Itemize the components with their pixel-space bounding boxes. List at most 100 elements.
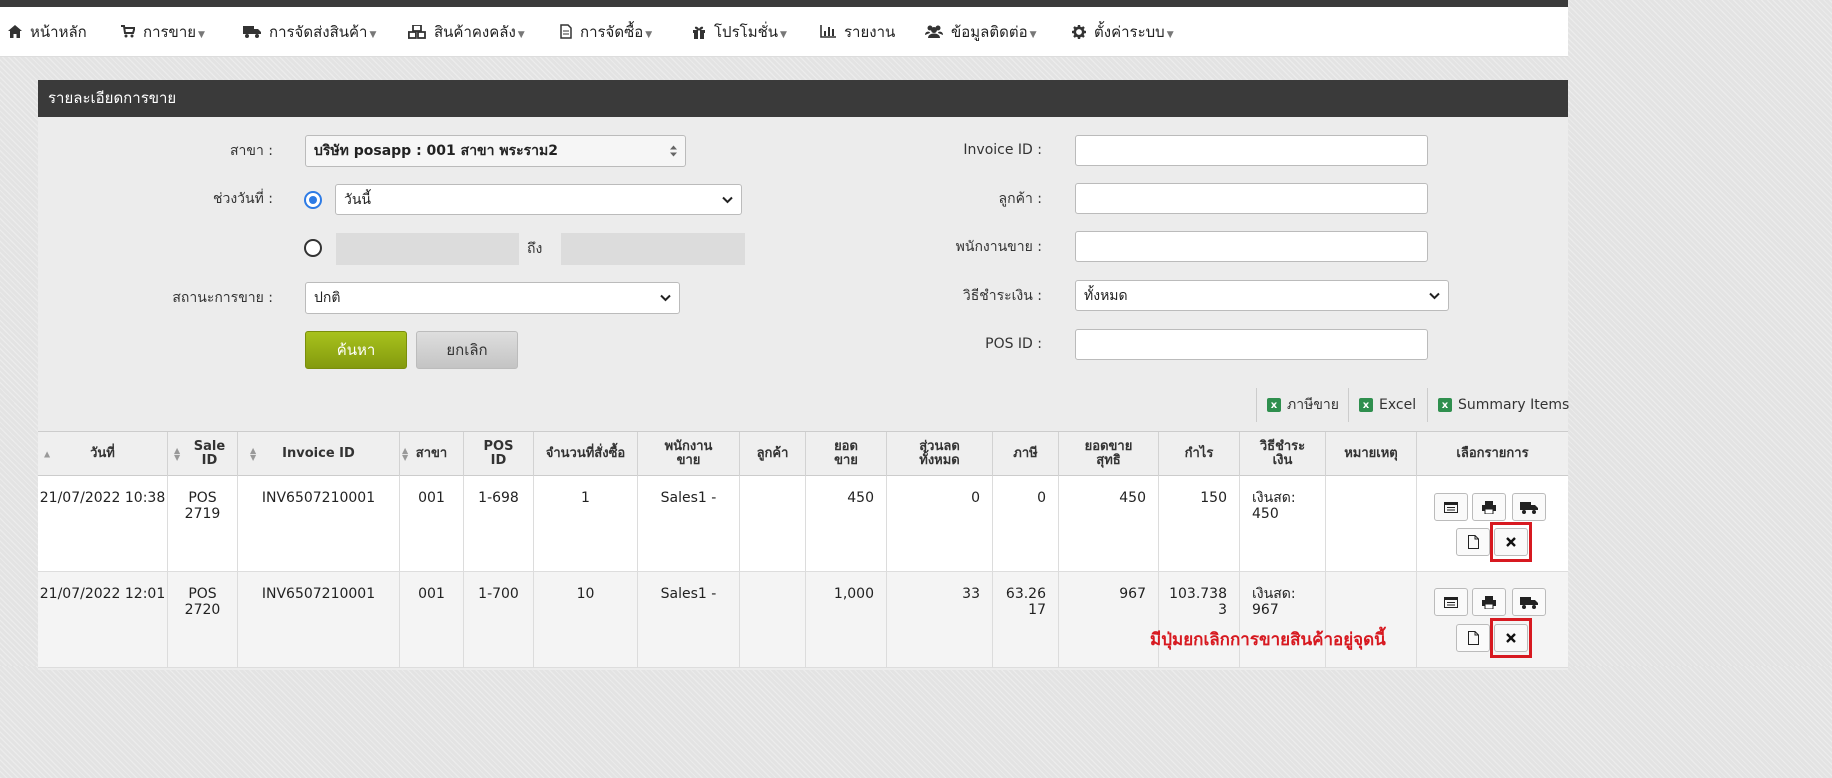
print-button[interactable] bbox=[1472, 588, 1506, 616]
chevron-down-icon: ▼ bbox=[369, 29, 377, 40]
nav-reports[interactable]: รายงาน bbox=[820, 7, 895, 56]
cell-customer bbox=[740, 572, 806, 668]
sort-icon: ▲ ▼ bbox=[174, 446, 181, 462]
payment-method-select[interactable]: ทั้งหมด bbox=[1075, 280, 1449, 311]
cell-pos-id: 1-700 bbox=[464, 572, 534, 668]
cell-date: 21/07/2022 10:38 bbox=[38, 476, 168, 572]
export-tax-label: ภาษีขาย bbox=[1287, 397, 1339, 413]
sort-asc-icon: ▲ bbox=[44, 449, 51, 459]
col-actions: เลือกรายการ bbox=[1417, 432, 1568, 476]
nav-sales[interactable]: การขาย ▼ bbox=[121, 7, 205, 56]
truck-icon bbox=[243, 26, 261, 38]
print-icon bbox=[1482, 500, 1496, 514]
shipping-button[interactable] bbox=[1512, 493, 1546, 521]
customer-input[interactable] bbox=[1075, 183, 1428, 214]
col-date-label: วันที่ bbox=[90, 446, 115, 461]
cell-sale-id: POS 2719 bbox=[168, 476, 238, 572]
nav-home[interactable]: หน้าหลัก bbox=[8, 7, 87, 56]
col-sale-id-label: Sale ID bbox=[193, 439, 226, 468]
col-payment: วิธีชำระเงิน bbox=[1240, 432, 1326, 476]
invoice-id-input[interactable] bbox=[1075, 135, 1428, 166]
cell-date: 21/07/2022 12:01 bbox=[38, 572, 168, 668]
col-quantity-label: จำนวนที่สั่งซื้อ bbox=[545, 446, 626, 461]
col-invoice-id[interactable]: ▲ ▼ Invoice ID bbox=[238, 432, 400, 476]
search-button[interactable]: ค้นหา bbox=[305, 331, 407, 369]
daterange-custom-radio[interactable] bbox=[304, 239, 322, 257]
col-salesperson: พนักงานขาย bbox=[638, 432, 740, 476]
nav-purchasing[interactable]: การจัดซื้อ ▼ bbox=[560, 7, 652, 56]
col-salesperson-label: พนักงานขาย bbox=[664, 439, 713, 468]
nav-inventory[interactable]: สินค้าคงคลัง ▼ bbox=[408, 7, 525, 56]
cell-invoice-id: INV6507210001 bbox=[238, 476, 400, 572]
document-icon bbox=[1467, 631, 1479, 645]
document-icon bbox=[560, 24, 572, 39]
date-to-input[interactable] bbox=[561, 233, 745, 265]
date-from-input[interactable] bbox=[336, 233, 519, 265]
nav-promotion[interactable]: โปรโมชั่น ▼ bbox=[692, 7, 787, 56]
col-pos-id: POS ID bbox=[464, 432, 534, 476]
export-summary-label: Summary Items bbox=[1458, 397, 1570, 413]
list-icon bbox=[1444, 596, 1458, 608]
branch-select[interactable]: บริษัท posapp : 001 สาขา พระราม2 bbox=[305, 135, 686, 167]
branch-label: สาขา : bbox=[229, 143, 273, 159]
view-detail-button[interactable] bbox=[1434, 588, 1468, 616]
col-discount-label: ส่วนลดทั้งหมด bbox=[919, 439, 960, 468]
cell-branch: 001 bbox=[400, 476, 464, 572]
cell-net-sales: 967 bbox=[1059, 572, 1159, 668]
nav-promotion-label: โปรโมชั่น bbox=[714, 22, 779, 41]
payment-method-label: วิธีชำระเงิน : bbox=[962, 288, 1042, 304]
pos-id-input[interactable] bbox=[1075, 329, 1428, 360]
cell-profit: 150 bbox=[1159, 476, 1240, 572]
truck-icon bbox=[1520, 501, 1538, 514]
nav-settings[interactable]: ตั้งค่าระบบ ▼ bbox=[1072, 7, 1174, 56]
excel-icon: x bbox=[1267, 398, 1281, 412]
annotation-note: มีปุ่มยกเลิกการขายสินค้าอยู่จุดนี้ bbox=[1150, 630, 1386, 650]
cell-quantity: 1 bbox=[534, 476, 638, 572]
print-button[interactable] bbox=[1472, 493, 1506, 521]
pos-id-label: POS ID : bbox=[985, 336, 1042, 352]
cell-salesperson: Sales1 - bbox=[638, 572, 740, 668]
customer-label: ลูกค้า : bbox=[998, 191, 1042, 207]
nav-contacts-label: ข้อมูลติดต่อ bbox=[951, 22, 1028, 41]
col-branch-label: สาขา bbox=[415, 446, 448, 461]
chevron-down-icon: ▼ bbox=[517, 29, 525, 40]
export-excel-button[interactable]: x Excel bbox=[1348, 388, 1416, 422]
print-icon bbox=[1482, 595, 1496, 609]
export-summary-button[interactable]: x Summary Items bbox=[1427, 388, 1569, 422]
col-net-sales-label: ยอดขายสุทธิ bbox=[1084, 439, 1133, 468]
gear-icon bbox=[1072, 24, 1086, 39]
cell-payment: เงินสด: 450 bbox=[1240, 476, 1326, 572]
chevron-down-icon bbox=[1429, 292, 1440, 299]
nav-shipping[interactable]: การจัดส่งสินค้า ▼ bbox=[243, 7, 376, 56]
salesperson-input[interactable] bbox=[1075, 231, 1428, 262]
col-net-sales: ยอดขายสุทธิ bbox=[1059, 432, 1159, 476]
export-tax-button[interactable]: x ภาษีขาย bbox=[1256, 388, 1339, 422]
sale-status-select[interactable]: ปกติ bbox=[305, 282, 680, 314]
salesperson-label: พนักงานขาย : bbox=[955, 239, 1042, 255]
daterange-preset-radio[interactable] bbox=[304, 191, 322, 209]
cancel-button-highlight bbox=[1490, 618, 1532, 658]
nav-contacts[interactable]: ข้อมูลติดต่อ ▼ bbox=[925, 7, 1037, 56]
shipping-button[interactable] bbox=[1512, 588, 1546, 616]
col-payment-label: วิธีชำระเงิน bbox=[1259, 439, 1306, 468]
nav-inventory-label: สินค้าคงคลัง bbox=[434, 22, 516, 41]
daterange-select[interactable]: วันนี้ bbox=[335, 184, 742, 215]
document-button[interactable] bbox=[1456, 624, 1490, 652]
cancel-button[interactable]: ยกเลิก bbox=[416, 331, 518, 369]
col-tax: ภาษี bbox=[993, 432, 1059, 476]
sort-icon: ▲ ▼ bbox=[250, 446, 257, 462]
col-date[interactable]: ▲ วันที่ bbox=[38, 432, 168, 476]
view-detail-button[interactable] bbox=[1434, 493, 1468, 521]
col-branch[interactable]: ▲ ▼ สาขา bbox=[400, 432, 464, 476]
cell-quantity: 10 bbox=[534, 572, 638, 668]
col-customer-label: ลูกค้า bbox=[756, 446, 789, 461]
home-icon bbox=[8, 25, 22, 38]
list-icon bbox=[1444, 501, 1458, 513]
col-sale-id[interactable]: ▲ ▼ Sale ID bbox=[168, 432, 238, 476]
nav-reports-label: รายงาน bbox=[844, 22, 896, 41]
sort-arrows-icon bbox=[670, 145, 677, 157]
daterange-select-value: วันนี้ bbox=[344, 191, 372, 208]
cell-discount: 33 bbox=[887, 572, 993, 668]
document-button[interactable] bbox=[1456, 528, 1490, 556]
chevron-down-icon: ▼ bbox=[1166, 29, 1174, 40]
